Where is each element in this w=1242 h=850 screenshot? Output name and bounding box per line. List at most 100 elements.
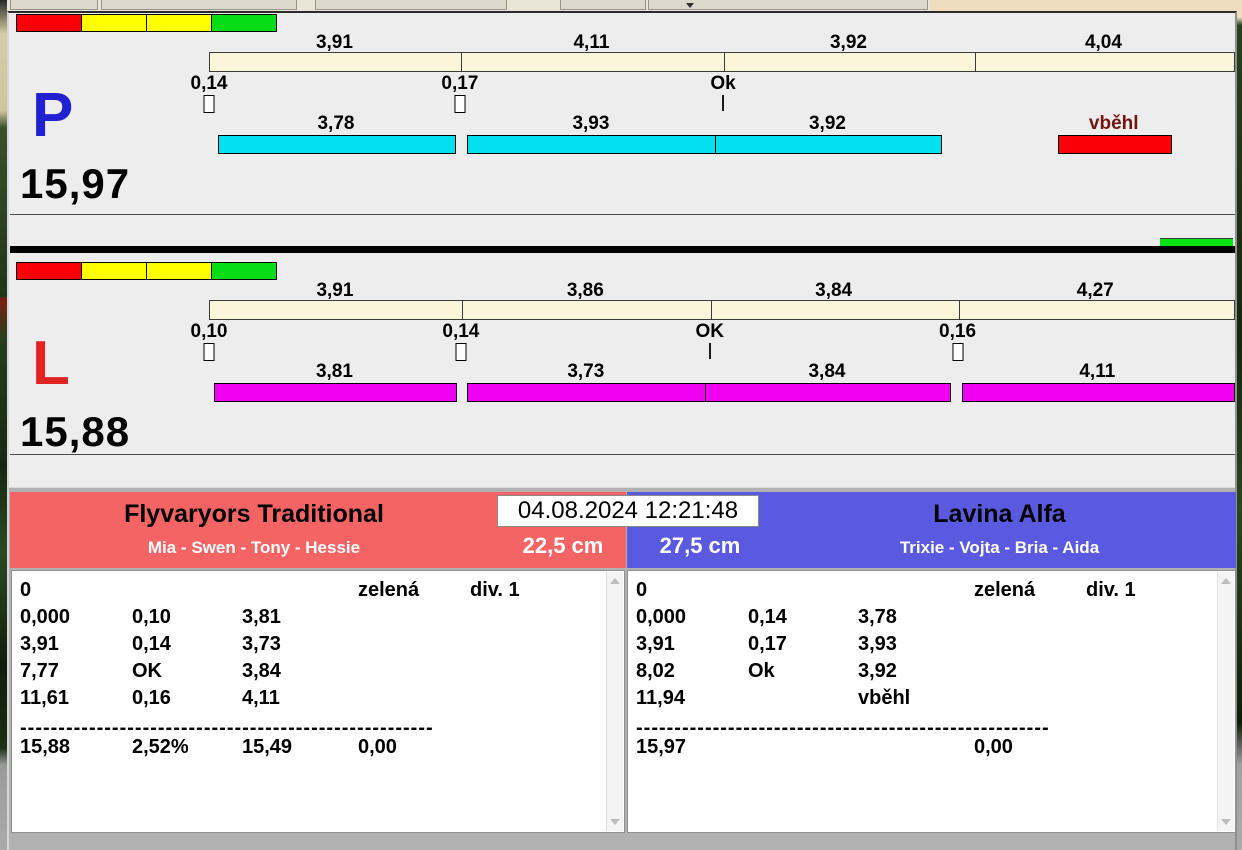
lane-total-time: 15,88 [20, 408, 131, 455]
result-cell: 3,84 [242, 660, 281, 682]
split-bar-segment [710, 301, 959, 319]
dog-run-bars [209, 383, 1235, 403]
result-cell: 3,91 [636, 633, 675, 655]
scrollbar[interactable] [606, 572, 623, 831]
dog-run-bar [214, 383, 457, 402]
split-time-label: 3,91 [315, 32, 353, 53]
team-name-right: Lavina Alfa [933, 500, 1066, 528]
result-cell: 3,92 [858, 660, 897, 682]
result-box-right[interactable]: 0 zelená div. 1 0,000 0,14 3,78 3,91 0,17 3,93 8,… [627, 570, 1236, 833]
result-cell: div. 1 [470, 579, 520, 601]
pass-tick-markers [203, 343, 1233, 363]
dog-time-label: 3,92 [808, 113, 846, 134]
split-bar-segment [460, 53, 724, 71]
result-cell: zelená [358, 579, 420, 601]
scroll-down-icon[interactable] [1221, 819, 1231, 825]
pass-time-label: 0,17 [441, 73, 479, 94]
pass-marker-box [203, 95, 215, 113]
background-toolbar-strip [7, 0, 1242, 11]
toolbar-button-fragment[interactable] [315, 0, 507, 10]
result-cell: 4,11 [242, 687, 280, 709]
result-cell: Ok [748, 660, 775, 682]
start-light-cell [211, 14, 277, 32]
lane-l: 3,91 3,86 3,84 4,27 0,10 0,14 OK 0,16 3,81 3,73 3,… [10, 253, 1235, 487]
result-row: 11,61 0,16 4,11 [12, 687, 624, 714]
pass-marker-line [722, 95, 725, 111]
team-dogs-right: Trixie - Vojta - Bria - Aida [899, 538, 1100, 557]
scroll-up-icon[interactable] [610, 578, 620, 584]
timestamp: 04.08.2024 12:21:48 [497, 495, 759, 527]
split-time-label: 3,86 [566, 280, 604, 301]
result-row: 11,94 vběhl [628, 687, 1235, 714]
pass-tick-markers [203, 95, 1233, 115]
result-cell: OK [132, 660, 162, 682]
toolbar-button-fragment[interactable] [10, 0, 98, 10]
split-time-labels: 3,91 4,11 3,92 4,04 [209, 32, 1233, 53]
start-light-cell [211, 262, 277, 280]
scroll-up-icon[interactable] [1221, 578, 1231, 584]
result-cell: 15,88 [20, 736, 71, 758]
lane-letter: L [32, 329, 70, 398]
dog-time-label: 3,81 [315, 361, 353, 382]
result-cell: 3,73 [242, 633, 281, 655]
result-cell: 3,91 [20, 633, 59, 655]
dog-time-label: 3,78 [317, 113, 355, 134]
pass-tick-labels: 0,10 0,14 OK 0,16 [191, 321, 1233, 342]
result-cell: 3,93 [858, 633, 897, 655]
split-bar-segment [210, 301, 462, 319]
result-cell: vběhl [858, 687, 911, 709]
split-time-label: 3,92 [829, 32, 867, 53]
result-cell: 0,14 [132, 633, 171, 655]
split-bar [209, 52, 1235, 72]
start-light-cell [16, 14, 82, 32]
dog-run-bar [1057, 135, 1172, 154]
start-light-cell [146, 262, 212, 280]
dog-run-bar [704, 383, 952, 402]
split-bar-segment [958, 301, 1234, 319]
pass-marker-line [708, 343, 711, 359]
lane-p: 3,91 4,11 3,92 4,04 0,14 0,17 Ok 3,78 3,93 3,92 vb… [10, 13, 1235, 246]
split-time-label: 4,04 [1084, 32, 1122, 53]
dog-run-labels: 3,81 3,73 3,84 4,11 [209, 361, 1233, 382]
scrollbar[interactable] [1217, 572, 1234, 831]
team-name-left: Flyvaryors Traditional [124, 500, 384, 528]
dog-time-label: vběhl [1088, 113, 1139, 134]
scroll-down-icon[interactable] [610, 819, 620, 825]
result-row: 0 zelená div. 1 [628, 579, 1235, 606]
chevron-down-icon[interactable] [686, 3, 694, 8]
result-summary-row: 15,88 2,52% 15,49 0,00 [12, 736, 624, 763]
result-row: 3,91 0,14 3,73 [12, 633, 624, 660]
pass-time-label: OK [695, 321, 724, 342]
split-bar-segment [724, 53, 975, 71]
split-time-labels: 3,91 3,86 3,84 4,27 [209, 280, 1233, 301]
result-cell: 0,00 [974, 736, 1013, 758]
result-cell: 0,17 [748, 633, 787, 655]
pass-time-label: Ok [710, 73, 736, 94]
result-cell: 2,52% [132, 736, 189, 758]
result-cell: 0,16 [132, 687, 171, 709]
result-row: 0,000 0,10 3,81 [12, 606, 624, 633]
toolbar-button-fragment[interactable] [560, 0, 646, 10]
result-cell: 0 [636, 579, 648, 601]
finish-indicator-bar [1160, 238, 1233, 246]
result-cell: 15,49 [242, 736, 293, 758]
start-light-cell [81, 262, 147, 280]
dog-run-labels: 3,78 3,93 3,92 vběhl [209, 113, 1233, 134]
pass-time-label: 0,14 [190, 73, 228, 94]
pass-marker-box [952, 343, 964, 361]
result-summary-row: 15,97 0,00 [628, 736, 1235, 763]
start-light-cell [146, 14, 212, 32]
result-cell: 8,02 [636, 660, 675, 682]
result-cell: 11,61 [20, 687, 69, 709]
result-cell: 0,00 [358, 736, 397, 758]
split-bar-segment [210, 53, 461, 71]
result-cell: 0,10 [132, 606, 171, 628]
result-row: 8,02 Ok 3,92 [628, 660, 1235, 687]
lane-bottom-line [10, 454, 1235, 455]
split-time-label: 4,11 [573, 32, 610, 53]
result-box-left[interactable]: 0 zelená div. 1 0,000 0,10 3,81 3,91 0,14 3,73 7,… [11, 570, 625, 833]
dog-time-label: 3,73 [567, 361, 605, 382]
result-cell: 3,78 [858, 606, 897, 628]
toolbar-button-fragment[interactable] [101, 0, 297, 10]
desktop-edge-right [1237, 0, 1242, 850]
